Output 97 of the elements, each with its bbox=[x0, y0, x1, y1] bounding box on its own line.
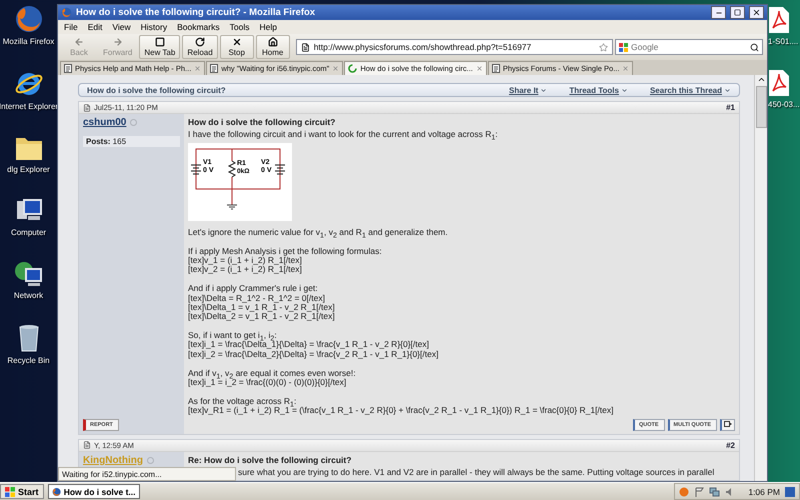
offline-status-icon bbox=[130, 119, 138, 126]
stop-icon bbox=[232, 37, 242, 47]
post-text: [tex]\Delta_2 = v_1 R_1 - v_2 R_1[/tex] bbox=[188, 312, 336, 322]
post-text: As for the voltage across R$_{1}$: bbox=[188, 396, 298, 406]
post-text: So, if i want to get i$_{1}$, i$_{2}$: bbox=[188, 331, 277, 340]
thread-menu-link[interactable]: Share It bbox=[508, 86, 548, 95]
menu-item[interactable]: History bbox=[140, 22, 168, 32]
post-text: [tex]v_1 = (i_1 + i_2) R_1[/tex] bbox=[188, 256, 303, 266]
home-icon bbox=[268, 37, 278, 47]
post-title: Re: How do i solve the following circuit? bbox=[188, 454, 352, 465]
offline-status-icon bbox=[146, 456, 154, 464]
post-text: Let's ignore the numeric value for v$_{1}$, v$_{2}$ and R$_{1}$ and generalize them. bbox=[188, 228, 449, 238]
post-text: I have the following circuit and i want to look for the current and voltage across R$_{1}$: bbox=[188, 130, 499, 140]
post-text: [tex]v_R1 = (i_1 + i_2) R_1 = (\frac{v_1 R_1 - v_2 R}{0} + \frac{v_2 R_1 - v_1 R_1}{0}) R_1 = \frac{0}{0} R_1[/tex] bbox=[188, 406, 614, 416]
pdf-file-icon bbox=[768, 69, 790, 97]
thread-title: How do i solve the following circuit? bbox=[87, 86, 227, 95]
search-icon[interactable] bbox=[750, 42, 759, 52]
close-icon bbox=[752, 8, 761, 17]
google-icon bbox=[619, 42, 628, 52]
reply-icon bbox=[724, 420, 732, 427]
show-desktop-icon[interactable] bbox=[785, 486, 795, 496]
scroll-up-icon[interactable] bbox=[756, 75, 766, 84]
flag-icon[interactable] bbox=[694, 486, 704, 496]
post-number-link[interactable]: #1 bbox=[726, 103, 735, 112]
post-text: And if i apply Crammer's rule i get: bbox=[188, 284, 319, 294]
search-input[interactable]: Google bbox=[631, 42, 747, 52]
post-text: [tex]\Delta_1 = v_1 R_1 - v_2 R_1[/tex] bbox=[188, 302, 336, 312]
star-icon[interactable] bbox=[599, 42, 608, 52]
firefox-icon bbox=[61, 7, 72, 18]
post-text: [tex]i_1 = \frac{\Delta_1}{\Delta} = \frac{v_1 R_1 - v_2 R}{0}[/tex] bbox=[188, 340, 430, 350]
menu-item[interactable]: Help bbox=[259, 22, 277, 32]
post-count: Posts: 165 bbox=[83, 136, 180, 148]
network-icon[interactable] bbox=[709, 486, 720, 496]
desktop-icon-label[interactable]: Mozilla Firefox bbox=[2, 37, 54, 47]
menu-item[interactable]: Bookmarks bbox=[177, 22, 220, 32]
document-icon bbox=[83, 441, 91, 450]
post-text: [tex]\Delta = R_1^2 - R_1^2 = 0[/tex] bbox=[188, 294, 325, 303]
caret-icon bbox=[724, 86, 731, 94]
pdf-file-icon bbox=[768, 6, 790, 34]
maximize-button[interactable] bbox=[730, 6, 745, 19]
menu-item[interactable]: Edit bbox=[88, 22, 102, 32]
thread-menu-link[interactable]: Thread Tools bbox=[569, 86, 628, 95]
scrollbar[interactable] bbox=[754, 75, 767, 481]
document-icon bbox=[83, 104, 91, 112]
post-text: [tex]v_2 = (i_1 + i_2) R_1[/tex] bbox=[188, 265, 303, 275]
desktop-icon-label[interactable]: 450-03... bbox=[768, 100, 800, 110]
close-icon[interactable] bbox=[194, 65, 202, 72]
scroll-thumb[interactable] bbox=[756, 86, 766, 128]
window-title: How do i solve the following circuit? - Mozilla Firefox bbox=[76, 7, 316, 18]
close-icon[interactable] bbox=[476, 65, 483, 72]
menu-item[interactable]: Tools bbox=[230, 22, 250, 32]
post-text: And if v$_{1}$, v$_{2}$ are equal it comes even worse!: bbox=[188, 368, 357, 378]
menu-item[interactable]: File bbox=[64, 22, 78, 32]
network-icon bbox=[14, 260, 44, 288]
desktop-icon-label[interactable]: Network bbox=[14, 291, 44, 301]
close-icon[interactable] bbox=[332, 65, 340, 72]
post-title: How do i solve the following circuit? bbox=[188, 117, 336, 128]
toolbar-button[interactable]: Home bbox=[256, 35, 290, 59]
toolbar-button[interactable]: Stop bbox=[220, 35, 254, 59]
menu-item[interactable]: View bbox=[112, 22, 131, 32]
taskbar-button[interactable]: How do i solve t... bbox=[48, 484, 140, 499]
desktop-icon-label[interactable]: Internet Explorer bbox=[0, 102, 58, 112]
username-link[interactable]: cshum00 bbox=[83, 117, 126, 128]
caret-icon bbox=[540, 86, 548, 94]
clock: 1:06 PM bbox=[748, 486, 780, 496]
start-button[interactable]: Start bbox=[0, 484, 44, 499]
desktop-icon-label[interactable]: dlg Explorer bbox=[7, 165, 50, 175]
firefox-icon bbox=[52, 486, 61, 496]
post-number-link[interactable]: #2 bbox=[726, 440, 735, 450]
post-text: [tex]i_1 = i_2 = \frac{(0)(0) - (0)(0)}{0}[/tex] bbox=[188, 378, 348, 388]
post-text: sure what you are trying to do here. V1 and V2 are in parallel - they will always be the same. Putting voltage sources in parallel bbox=[237, 468, 716, 477]
minimize-button[interactable] bbox=[711, 6, 726, 19]
maximize-icon bbox=[734, 9, 741, 16]
thread-menu-link[interactable]: Search this Thread bbox=[650, 86, 731, 95]
toolbar-button[interactable]: New Tab bbox=[139, 35, 180, 59]
address-bar[interactable]: http://www.physicsforums.com/showthread.php?t=516977 bbox=[296, 39, 613, 55]
caret-icon bbox=[620, 86, 628, 94]
forward-icon bbox=[112, 37, 123, 47]
tray-app-icon[interactable] bbox=[679, 486, 690, 496]
back-icon bbox=[74, 37, 84, 47]
windows-logo-icon bbox=[5, 486, 15, 496]
status-bar: Waiting for i52.tinypic.com... bbox=[58, 467, 236, 481]
trash-bin-icon bbox=[16, 323, 40, 353]
desktop-icon-label[interactable]: Recycle Bin bbox=[7, 356, 50, 366]
page-icon bbox=[300, 42, 310, 52]
desktop-icon-label[interactable]: Computer bbox=[10, 228, 46, 238]
search-field[interactable]: Google bbox=[615, 39, 763, 55]
quick-reply-button[interactable] bbox=[720, 418, 735, 431]
newtab-icon bbox=[154, 37, 165, 47]
desktop-icon-label[interactable]: 1-S01.... bbox=[768, 37, 798, 47]
close-icon[interactable] bbox=[622, 65, 630, 72]
reload-icon bbox=[195, 37, 205, 47]
post-text: [tex]i_2 = \frac{\Delta_2}{\Delta} = \frac{v_2 R_1 - v_1 R_1}{0}[/tex] bbox=[188, 350, 440, 360]
toolbar-button[interactable]: Reload bbox=[182, 35, 218, 59]
close-button[interactable] bbox=[749, 6, 764, 19]
firefox-icon bbox=[14, 4, 44, 34]
post-text: If i apply Mesh Analysis i get the following formulas: bbox=[188, 246, 383, 256]
